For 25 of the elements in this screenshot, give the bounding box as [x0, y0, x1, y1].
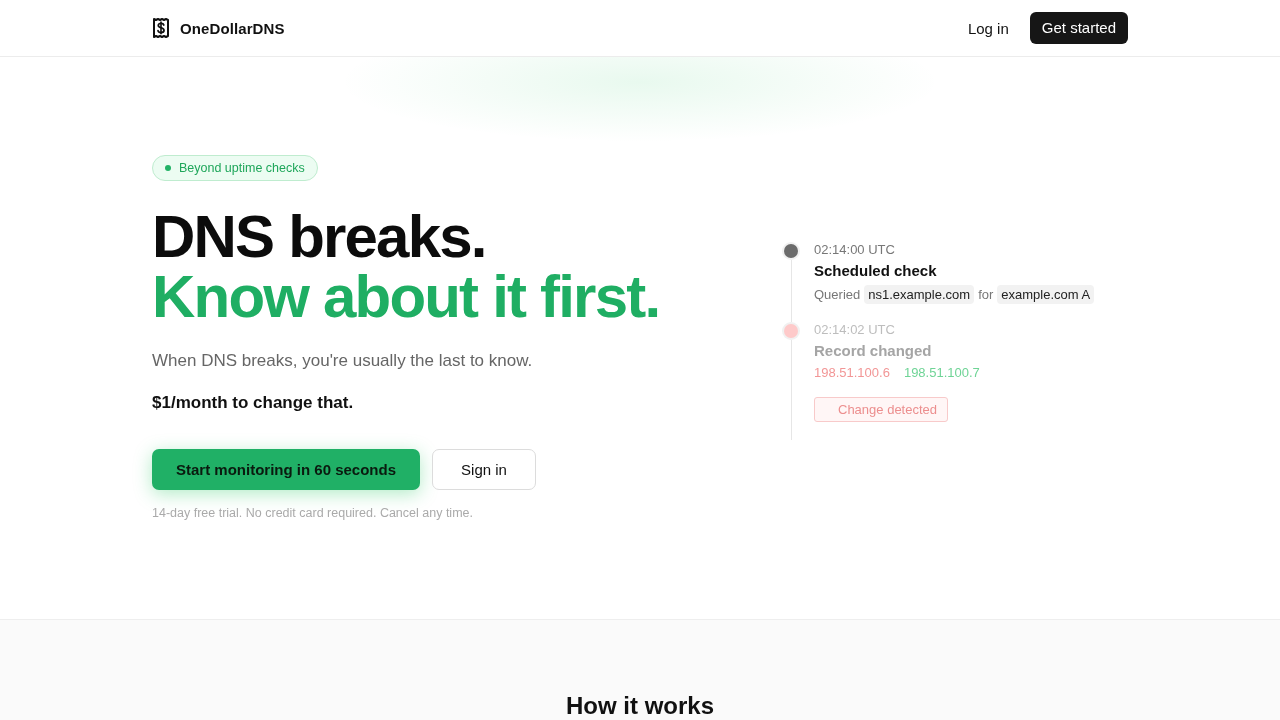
- headline: DNS breaks.: [152, 207, 486, 267]
- get-started-button[interactable]: Get started: [1029, 12, 1128, 44]
- change-detected-tag: Change detected: [814, 397, 949, 422]
- lead-text: When DNS breaks, you're usually the last to know.: [152, 350, 533, 372]
- headline-accent: Know about it first.: [152, 267, 660, 327]
- login-link[interactable]: Log in: [966, 13, 1010, 43]
- detail-text: Queried: [814, 287, 861, 302]
- event-time: 02:14:02 UTC: [814, 321, 895, 339]
- code-snippet: example.com A: [997, 285, 1095, 304]
- dollar-logo-icon: [152, 18, 170, 38]
- tagline-text: Beyond uptime checks: [179, 161, 305, 175]
- new-ip-address: 198.51.100.7: [903, 365, 980, 380]
- trial-note: 14-day free trial. No credit card required. Cancel any time.: [152, 506, 473, 520]
- price-text: $1/month to change that.: [152, 392, 354, 414]
- detail-text: for: [978, 287, 994, 302]
- old-ip-address: 198.51.100.6: [814, 365, 890, 380]
- section-heading: How it works: [565, 691, 715, 720]
- event-title: Scheduled check: [814, 261, 937, 281]
- start-monitoring-button[interactable]: Start monitoring in 60 seconds: [152, 449, 421, 490]
- brand-name: OneDollarDNS: [180, 19, 285, 37]
- status-dot-icon: [165, 165, 171, 171]
- code-snippet: ns1.example.com: [864, 285, 975, 304]
- event-title: Record changed: [814, 341, 932, 361]
- event-time: 02:14:00 UTC: [814, 241, 895, 259]
- sign-in-button[interactable]: Sign in: [432, 449, 536, 490]
